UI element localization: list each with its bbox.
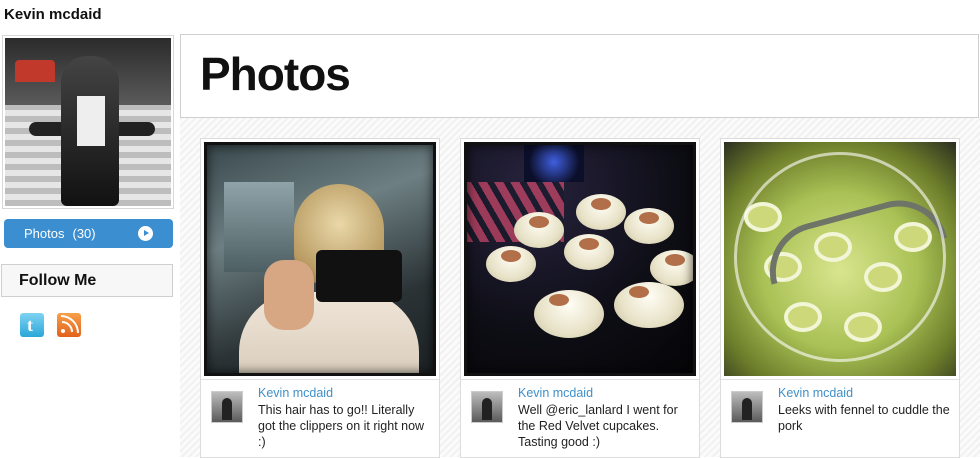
author-avatar[interactable] (211, 391, 243, 423)
avatar-image (5, 38, 171, 206)
photo-caption: This hair has to go!! Literally got the … (258, 403, 425, 449)
photo-card[interactable]: Kevin mcdaid Well @eric_lanlard I went f… (460, 138, 700, 458)
author-link[interactable]: Kevin mcdaid (778, 386, 853, 400)
profile-avatar[interactable] (2, 35, 174, 209)
play-icon (138, 226, 153, 241)
follow-me-heading: Follow Me (1, 264, 173, 297)
photos-button-label: Photos (24, 226, 65, 241)
photo-image[interactable] (204, 142, 436, 376)
photo-image[interactable] (724, 142, 956, 376)
photos-count: (30) (72, 226, 96, 241)
photo-image[interactable] (464, 142, 696, 376)
photos-button[interactable]: Photos (30) (4, 219, 173, 248)
page-header: Photos (180, 34, 979, 118)
author-link[interactable]: Kevin mcdaid (518, 386, 593, 400)
photo-caption: Well @eric_lanlard I went for the Red Ve… (518, 403, 678, 449)
photo-card[interactable]: Kevin mcdaid Leeks with fennel to cuddle… (720, 138, 960, 458)
profile-name[interactable]: Kevin mcdaid (4, 6, 102, 23)
author-avatar[interactable] (471, 391, 503, 423)
rss-icon[interactable] (57, 313, 81, 337)
photo-card[interactable]: Kevin mcdaid This hair has to go!! Liter… (200, 138, 440, 458)
author-avatar[interactable] (731, 391, 763, 423)
twitter-icon[interactable]: t (20, 313, 44, 337)
photo-caption: Leeks with fennel to cuddle the pork (778, 403, 950, 433)
author-link[interactable]: Kevin mcdaid (258, 386, 333, 400)
page-title: Photos (200, 48, 351, 100)
